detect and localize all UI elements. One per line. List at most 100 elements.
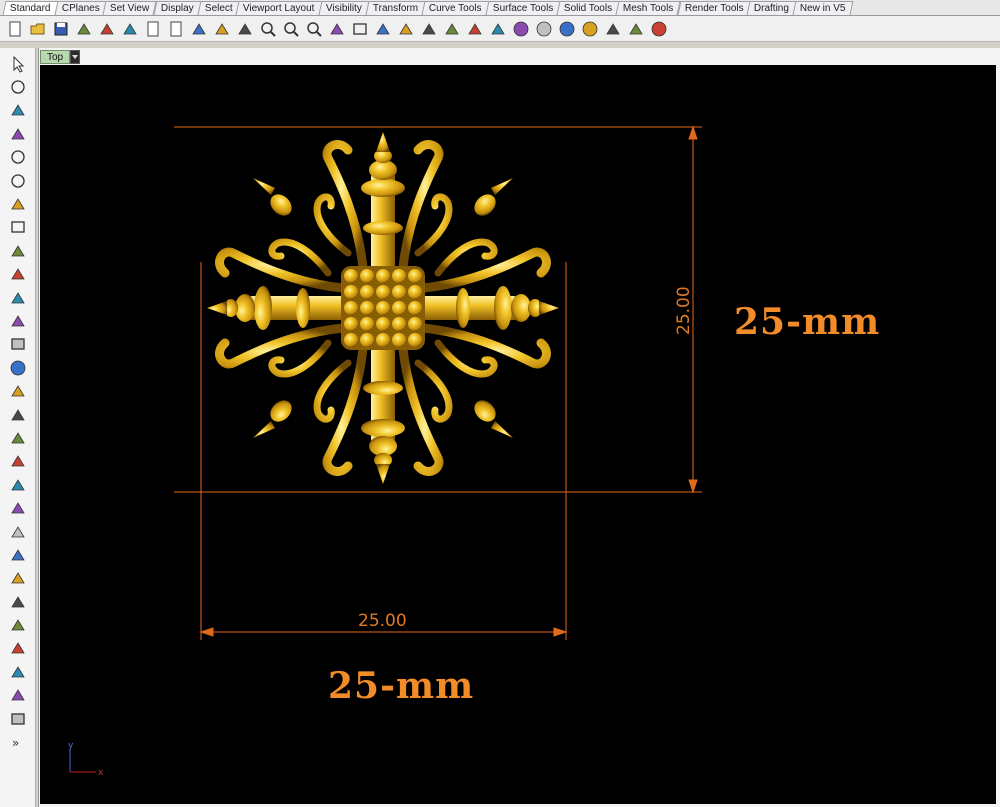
tab-solid-tools[interactable]: Solid Tools xyxy=(556,1,620,15)
cylinder-icon[interactable] xyxy=(5,379,31,402)
viewport-title-tab[interactable]: Top xyxy=(40,49,81,64)
tab-transform[interactable]: Transform xyxy=(365,1,426,15)
mesh-icon[interactable] xyxy=(5,403,31,426)
arc-icon[interactable] xyxy=(5,192,31,215)
explode-icon[interactable] xyxy=(5,450,31,473)
tab-standard[interactable]: Standard xyxy=(2,1,59,15)
bulb-icon[interactable] xyxy=(464,18,486,40)
bead xyxy=(408,269,422,283)
rotate-icon[interactable] xyxy=(5,567,31,590)
point-icon[interactable] xyxy=(5,75,31,98)
layer-icon[interactable] xyxy=(395,18,417,40)
group-icon[interactable] xyxy=(5,543,31,566)
sphere-shaded-icon[interactable] xyxy=(533,18,555,40)
tab-label: Display xyxy=(160,3,194,14)
tab-viewport-layout[interactable]: Viewport Layout xyxy=(235,1,323,15)
bead xyxy=(360,333,374,347)
split-icon[interactable] xyxy=(5,496,31,519)
ellipse-icon[interactable] xyxy=(5,169,31,192)
car-icon[interactable] xyxy=(372,18,394,40)
svg-text:»: » xyxy=(12,736,19,750)
gear-icon[interactable] xyxy=(5,426,31,449)
bead xyxy=(392,333,406,347)
box-icon[interactable] xyxy=(5,333,31,356)
circle-icon[interactable] xyxy=(5,146,31,169)
sphere-icon[interactable] xyxy=(5,356,31,379)
sphere-rendered-icon[interactable] xyxy=(556,18,578,40)
zoom-window-icon[interactable] xyxy=(280,18,302,40)
extrude-icon[interactable] xyxy=(5,309,31,332)
tab-visibility[interactable]: Visibility xyxy=(318,1,370,15)
curve-icon[interactable] xyxy=(5,122,31,145)
rectangle-icon[interactable] xyxy=(5,216,31,239)
text-icon[interactable] xyxy=(441,18,463,40)
block-icon[interactable] xyxy=(5,660,31,683)
paint-icon[interactable] xyxy=(487,18,509,40)
undo-icon[interactable] xyxy=(188,18,210,40)
bead xyxy=(376,301,390,315)
rotate-view-icon[interactable] xyxy=(326,18,348,40)
text-tool-icon[interactable] xyxy=(5,613,31,636)
bead xyxy=(376,269,390,283)
edit-icon[interactable] xyxy=(5,684,31,707)
cut-icon[interactable] xyxy=(119,18,141,40)
more-icon[interactable]: » xyxy=(5,730,31,753)
copy-icon[interactable] xyxy=(142,18,164,40)
tab-label: CPlanes xyxy=(61,3,100,14)
boolean-icon[interactable] xyxy=(5,520,31,543)
tab-select[interactable]: Select xyxy=(197,1,240,15)
bead xyxy=(344,301,358,315)
trim-icon[interactable] xyxy=(5,473,31,496)
properties-icon[interactable] xyxy=(96,18,118,40)
tab-label: Set View xyxy=(110,3,150,14)
color-wheel-icon[interactable] xyxy=(510,18,532,40)
axis-x-label: x xyxy=(98,768,104,778)
print-icon[interactable] xyxy=(73,18,95,40)
bead xyxy=(392,285,406,299)
viewport-menu-dropdown-icon[interactable] xyxy=(70,49,81,64)
snap-icon[interactable] xyxy=(625,18,647,40)
tab-drafting[interactable]: Drafting xyxy=(746,1,797,15)
polyline-icon[interactable] xyxy=(5,99,31,122)
vertical-dimension-value[interactable]: 25.00 xyxy=(674,286,694,335)
zoom-icon[interactable] xyxy=(257,18,279,40)
select-arrow-icon[interactable] xyxy=(5,52,31,75)
bead xyxy=(408,301,422,315)
axis-indicator: y x xyxy=(68,741,104,778)
viewport-name[interactable]: Top xyxy=(40,49,71,64)
zoom-extents-icon[interactable] xyxy=(303,18,325,40)
tab-new-in-v5[interactable]: New in V5 xyxy=(792,1,854,15)
ornament-model[interactable] xyxy=(207,132,559,484)
tab-cplanes[interactable]: CPlanes xyxy=(54,1,107,15)
pan-icon[interactable] xyxy=(211,18,233,40)
tab-display[interactable]: Display xyxy=(153,1,201,15)
curve-edit-icon[interactable] xyxy=(5,590,31,613)
tab-render-tools[interactable]: Render Tools xyxy=(677,1,751,15)
tab-set-view[interactable]: Set View xyxy=(102,1,158,15)
polygon-icon[interactable] xyxy=(5,239,31,262)
surface-icon[interactable] xyxy=(5,286,31,309)
viewport-layout-icon[interactable] xyxy=(349,18,371,40)
dimension-icon[interactable] xyxy=(5,637,31,660)
top-viewport[interactable]: y x 25.00 25.00 25-mm 25-mm xyxy=(40,65,996,804)
globe-icon[interactable] xyxy=(579,18,601,40)
open-icon[interactable] xyxy=(27,18,49,40)
clock-icon[interactable] xyxy=(418,18,440,40)
light-icon[interactable] xyxy=(602,18,624,40)
render-box-icon[interactable] xyxy=(5,707,31,730)
fillet-icon[interactable] xyxy=(5,263,31,286)
move-icon[interactable] xyxy=(234,18,256,40)
tab-mesh-tools[interactable]: Mesh Tools xyxy=(615,1,682,15)
new-file-icon[interactable] xyxy=(4,18,26,40)
left-toolbar: » xyxy=(0,48,36,807)
bead xyxy=(376,285,390,299)
tab-label: Standard xyxy=(9,3,51,14)
tab-curve-tools[interactable]: Curve Tools xyxy=(421,1,490,15)
save-icon[interactable] xyxy=(50,18,72,40)
help-icon[interactable] xyxy=(648,18,670,40)
paste-icon[interactable] xyxy=(165,18,187,40)
bead xyxy=(392,317,406,331)
horizontal-dimension-value[interactable]: 25.00 xyxy=(358,611,407,631)
standard-toolbar xyxy=(0,16,1000,42)
tab-surface-tools[interactable]: Surface Tools xyxy=(485,1,561,15)
